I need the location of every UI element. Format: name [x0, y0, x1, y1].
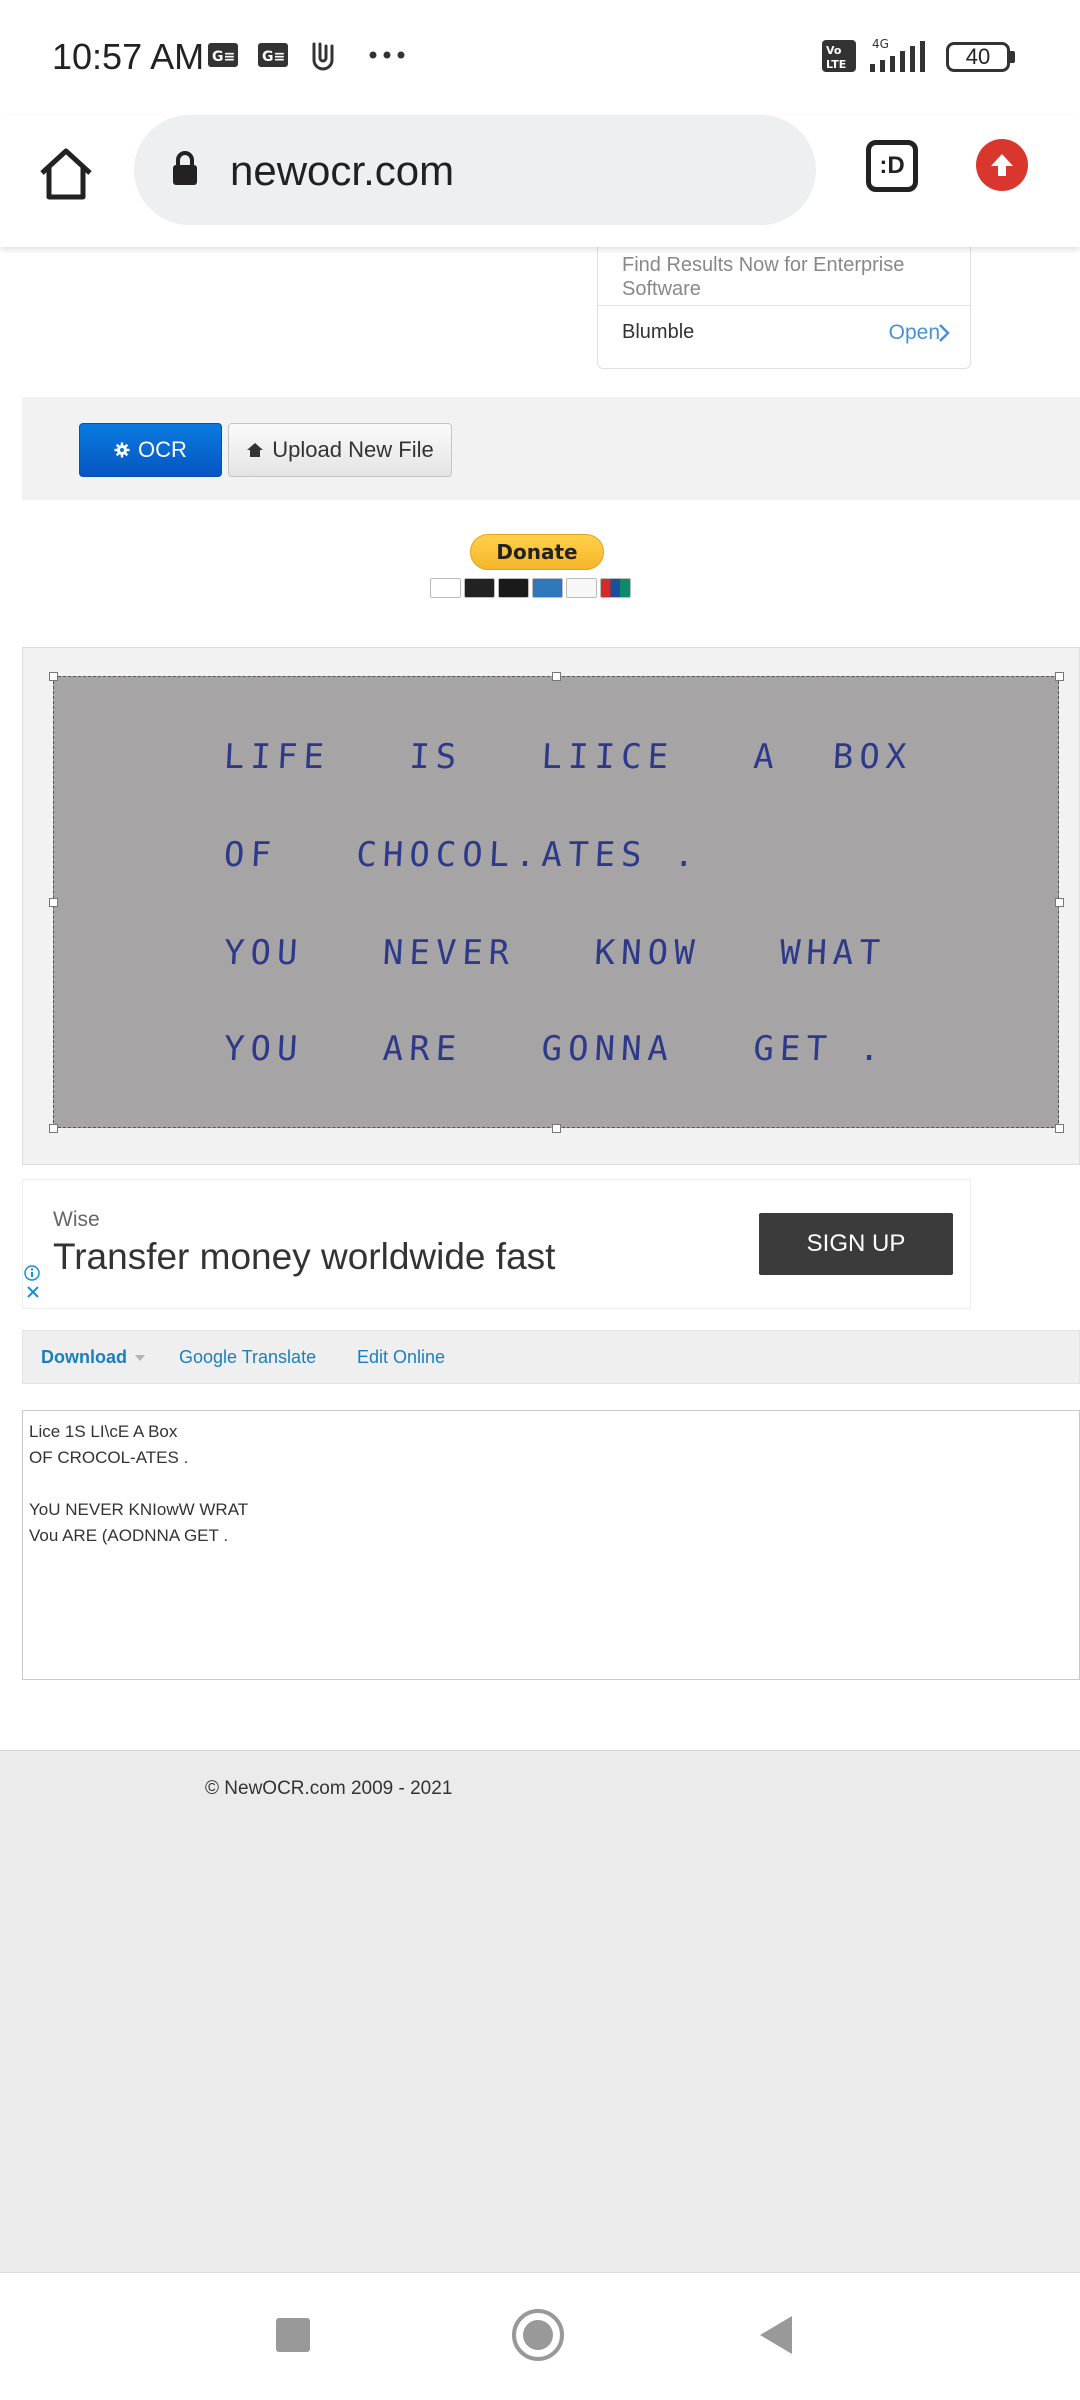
donate-label: Donate	[496, 540, 578, 564]
result-actions-bar: Download Google Translate Edit Online	[22, 1330, 1080, 1384]
download-dropdown[interactable]: Download	[41, 1347, 145, 1368]
crop-handle[interactable]	[1055, 1124, 1064, 1133]
battery-level: 40	[965, 44, 991, 69]
handwriting-line-2: OF CHOCOL.ATES .	[222, 835, 702, 875]
lock-icon	[173, 151, 197, 185]
upload-button-label: Upload New File	[272, 437, 434, 462]
ad-open-link[interactable]: Open	[889, 321, 940, 345]
mail-notification-icon: G≡	[258, 43, 288, 67]
browser-toolbar: newocr.com :D	[0, 115, 1080, 247]
url-text[interactable]: newocr.com	[230, 147, 454, 195]
battery-tip	[1010, 51, 1015, 63]
ad-advertiser: Blumble	[622, 321, 695, 343]
battery-icon: 40	[946, 42, 1010, 72]
crop-handle[interactable]	[1055, 898, 1064, 907]
unionpay-icon	[600, 578, 631, 598]
update-button[interactable]	[976, 139, 1028, 191]
ocr-button[interactable]: OCR	[79, 423, 222, 477]
status-time: 10:57 AM	[52, 36, 205, 77]
caret-down-icon	[135, 1355, 145, 1362]
signal-icon: 4G	[870, 37, 925, 72]
ocr-button-label: OCR	[138, 437, 187, 462]
system-navigation-bar	[0, 2272, 1080, 2400]
recents-button[interactable]	[276, 2318, 310, 2352]
banner-ad[interactable]: Wise Transfer money worldwide fast SIGN …	[22, 1179, 971, 1309]
crop-handle[interactable]	[49, 672, 58, 681]
handwriting-line-4: YOU ARE GONNA GET .	[222, 1029, 887, 1069]
mastercard-icon	[464, 578, 495, 598]
crop-handle[interactable]	[1055, 672, 1064, 681]
ad-subtitle: Find Results Now for Enterprise Software	[622, 254, 905, 300]
home-button[interactable]	[512, 2309, 564, 2361]
upload-new-file-button[interactable]: Upload New File	[228, 423, 452, 477]
payment-cards	[430, 578, 631, 598]
svg-text:Vo: Vo	[826, 44, 842, 57]
sign-up-button[interactable]: SIGN UP	[759, 1213, 953, 1275]
download-label: Download	[41, 1347, 127, 1367]
crop-handle[interactable]	[552, 672, 561, 681]
handwriting-line-1: LIFE IS LIICE A BOX	[222, 737, 914, 777]
ad-brand: Wise	[53, 1208, 100, 1231]
ocr-result-textarea[interactable]: Lice 1S LI\cE A Box OF CROCOL-ATES . YoU…	[22, 1410, 1080, 1680]
visa-card-icon	[430, 578, 461, 598]
web-page: Find Results Now for Enterprise Software…	[0, 247, 1080, 2272]
mail-notification-icon: G≡	[208, 43, 238, 67]
home-small-icon	[247, 443, 264, 457]
svg-text:G≡: G≡	[262, 49, 285, 65]
top-ad-card[interactable]: Find Results Now for Enterprise Software…	[597, 247, 971, 369]
ad-info-icon[interactable]	[23, 1264, 41, 1282]
ad-close-icon[interactable]	[25, 1284, 41, 1300]
handwriting-line-3: YOU NEVER KNOW WHAT	[222, 933, 887, 973]
status-bar: 10:57 AM G≡ G≡ Vo LTE 4G 40	[0, 0, 1080, 115]
paperclip-icon	[312, 42, 334, 71]
discover-icon	[566, 578, 597, 598]
amex-icon	[532, 578, 563, 598]
google-translate-link[interactable]: Google Translate	[179, 1347, 316, 1368]
sign-up-label: SIGN UP	[806, 1230, 906, 1257]
arrow-up-icon	[991, 154, 1013, 176]
svg-text:4G: 4G	[872, 37, 889, 51]
gear-icon	[114, 442, 130, 458]
address-bar[interactable]: newocr.com	[134, 115, 816, 225]
tab-switcher-button[interactable]: :D	[866, 140, 918, 192]
maestro-icon	[498, 578, 529, 598]
edit-online-link[interactable]: Edit Online	[357, 1347, 445, 1368]
ad-divider	[598, 305, 970, 306]
image-crop-area: LIFE IS LIICE A BOX OF CHOCOL.ATES . YOU…	[22, 647, 1080, 1165]
chevron-right-icon	[939, 324, 950, 342]
back-button[interactable]	[760, 2316, 792, 2354]
crop-handle[interactable]	[552, 1124, 561, 1133]
uploaded-image[interactable]: LIFE IS LIICE A BOX OF CHOCOL.ATES . YOU…	[53, 676, 1059, 1128]
more-dots-icon	[369, 51, 405, 59]
volte-icon: Vo LTE	[822, 40, 856, 72]
crop-handle[interactable]	[49, 898, 58, 907]
svg-text:LTE: LTE	[826, 58, 846, 71]
donate-button[interactable]: Donate	[470, 534, 604, 570]
ocr-toolbar: OCR Upload New File	[22, 397, 1080, 500]
crop-handle[interactable]	[49, 1124, 58, 1133]
page-footer: © NewOCR.com 2009 - 2021	[0, 1750, 1080, 2272]
copyright-text: © NewOCR.com 2009 - 2021	[205, 1778, 453, 1799]
tab-switcher-label: :D	[879, 152, 905, 179]
ad-headline: Transfer money worldwide fast	[53, 1236, 556, 1277]
home-icon[interactable]	[36, 143, 96, 203]
svg-text:G≡: G≡	[212, 49, 235, 65]
